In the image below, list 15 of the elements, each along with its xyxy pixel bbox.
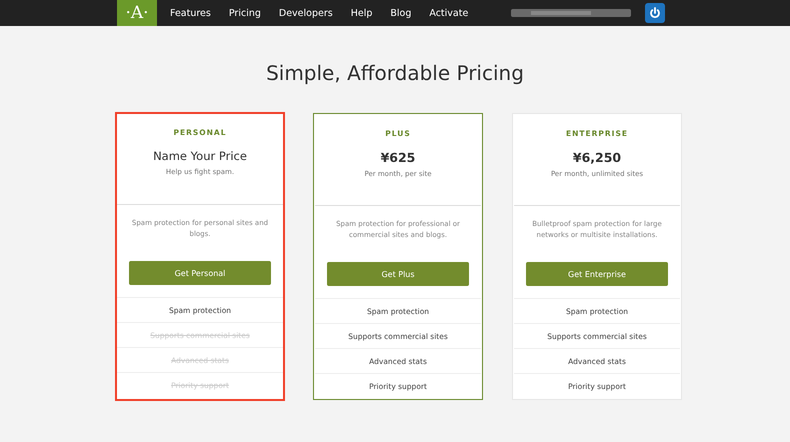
nav-link[interactable]: Developers	[270, 8, 342, 18]
plan-button[interactable]: Get Enterprise	[526, 262, 668, 286]
plan-price: Name Your Price	[153, 149, 247, 163]
plan-button[interactable]: Get Personal	[129, 261, 271, 285]
plan-price: ¥625	[380, 150, 416, 165]
nav-link[interactable]: Blog	[381, 8, 420, 18]
page-title: Simple, Affordable Pricing	[265, 61, 525, 85]
plan-price: ¥6,250	[572, 150, 622, 165]
nav-link[interactable]: Help	[342, 8, 382, 18]
power-icon	[649, 7, 661, 19]
plan-button[interactable]: Get Plus	[327, 262, 469, 286]
nav-link[interactable]: Features	[161, 8, 220, 18]
nav-link[interactable]: Activate	[420, 8, 478, 18]
power-button[interactable]	[645, 3, 665, 23]
nav-link[interactable]: Pricing	[220, 8, 270, 18]
